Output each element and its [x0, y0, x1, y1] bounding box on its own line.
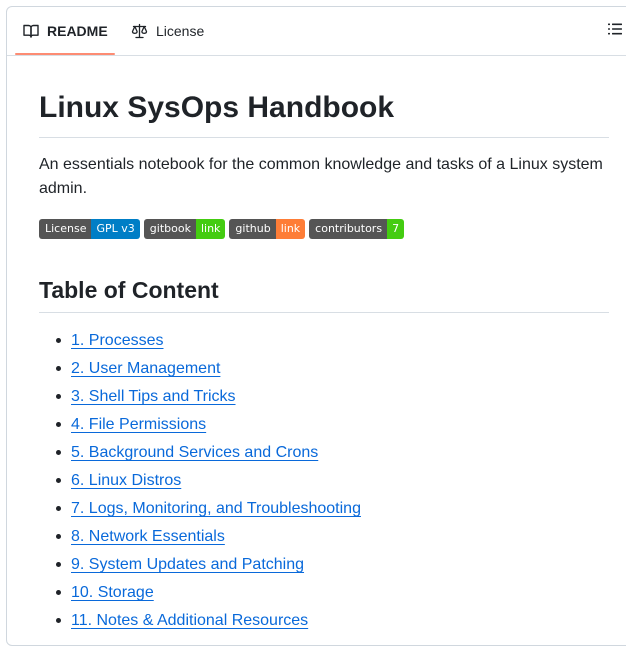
- bullet-icon: [56, 394, 61, 399]
- list-item: 7. Logs, Monitoring, and Troubleshooting: [39, 495, 361, 523]
- tab-license[interactable]: License: [131, 7, 204, 55]
- toc-link[interactable]: 4. File Permissions: [71, 416, 206, 433]
- toc-link[interactable]: 6. Linux Distros: [71, 472, 181, 489]
- list-item: 1. Processes: [39, 327, 361, 355]
- list-item: 11. Notes & Additional Resources: [39, 607, 361, 635]
- tab-readme-label: README: [47, 23, 108, 39]
- tab-bar: README License: [7, 7, 626, 56]
- list-icon: [607, 21, 623, 42]
- badge-value: 7: [387, 219, 405, 239]
- list-item: 6. Linux Distros: [39, 467, 361, 495]
- bullet-icon: [56, 590, 61, 595]
- toc-link[interactable]: 3. Shell Tips and Tricks: [71, 388, 236, 405]
- license-badge[interactable]: License GPL v3: [39, 219, 140, 239]
- outline-button[interactable]: [605, 21, 625, 41]
- bullet-icon: [56, 478, 61, 483]
- list-item: 4. File Permissions: [39, 411, 361, 439]
- gitbook-badge[interactable]: gitbook link: [143, 219, 226, 239]
- active-tab-indicator: [15, 53, 115, 55]
- toc-link[interactable]: 1. Processes: [71, 332, 163, 349]
- list-item: 3. Shell Tips and Tricks: [39, 383, 361, 411]
- toc-link[interactable]: 7. Logs, Monitoring, and Troubleshooting: [71, 500, 361, 517]
- bullet-icon: [56, 562, 61, 567]
- tab-readme[interactable]: README: [23, 7, 108, 55]
- bullet-icon: [56, 506, 61, 511]
- toc-link[interactable]: 2. User Management: [71, 360, 220, 377]
- contributors-badge[interactable]: contributors 7: [309, 219, 405, 239]
- bullet-icon: [56, 450, 61, 455]
- readme-panel: README License Linux SysOps Handbook An …: [6, 6, 626, 646]
- toc-heading: Table of Content: [39, 277, 219, 303]
- bullet-icon: [56, 366, 61, 371]
- badge-value: GPL v3: [91, 219, 140, 239]
- toc-divider: [39, 312, 609, 313]
- toc-link[interactable]: 5. Background Services and Crons: [71, 444, 318, 461]
- page-title: Linux SysOps Handbook: [39, 91, 395, 124]
- badge-value: link: [195, 219, 226, 239]
- badge-label: License: [39, 219, 92, 239]
- badge-label: gitbook: [143, 219, 196, 239]
- list-item: 8. Network Essentials: [39, 523, 361, 551]
- toc-link[interactable]: 9. System Updates and Patching: [71, 556, 304, 573]
- toc-link[interactable]: 11. Notes & Additional Resources: [71, 612, 308, 629]
- scale-icon: [131, 23, 148, 39]
- toc-link[interactable]: 10. Storage: [71, 584, 154, 601]
- toc-link[interactable]: 8. Network Essentials: [71, 528, 225, 545]
- bullet-icon: [56, 618, 61, 623]
- list-item: 2. User Management: [39, 355, 361, 383]
- bullet-icon: [56, 338, 61, 343]
- bullet-icon: [56, 422, 61, 427]
- book-icon: [23, 23, 39, 39]
- list-item: 9. System Updates and Patching: [39, 551, 361, 579]
- bullet-icon: [56, 534, 61, 539]
- badge-row: License GPL v3 gitbook link github link …: [39, 219, 405, 239]
- toc-list: 1. Processes 2. User Management 3. Shell…: [39, 327, 361, 635]
- title-divider: [39, 137, 609, 138]
- project-description: An essentials notebook for the common kn…: [39, 156, 603, 197]
- github-badge[interactable]: github link: [229, 219, 306, 239]
- tab-license-label: License: [156, 23, 205, 39]
- badge-value: link: [275, 219, 306, 239]
- badge-label: github: [229, 219, 276, 239]
- list-item: 5. Background Services and Crons: [39, 439, 361, 467]
- list-item: 10. Storage: [39, 579, 361, 607]
- badge-label: contributors: [309, 219, 388, 239]
